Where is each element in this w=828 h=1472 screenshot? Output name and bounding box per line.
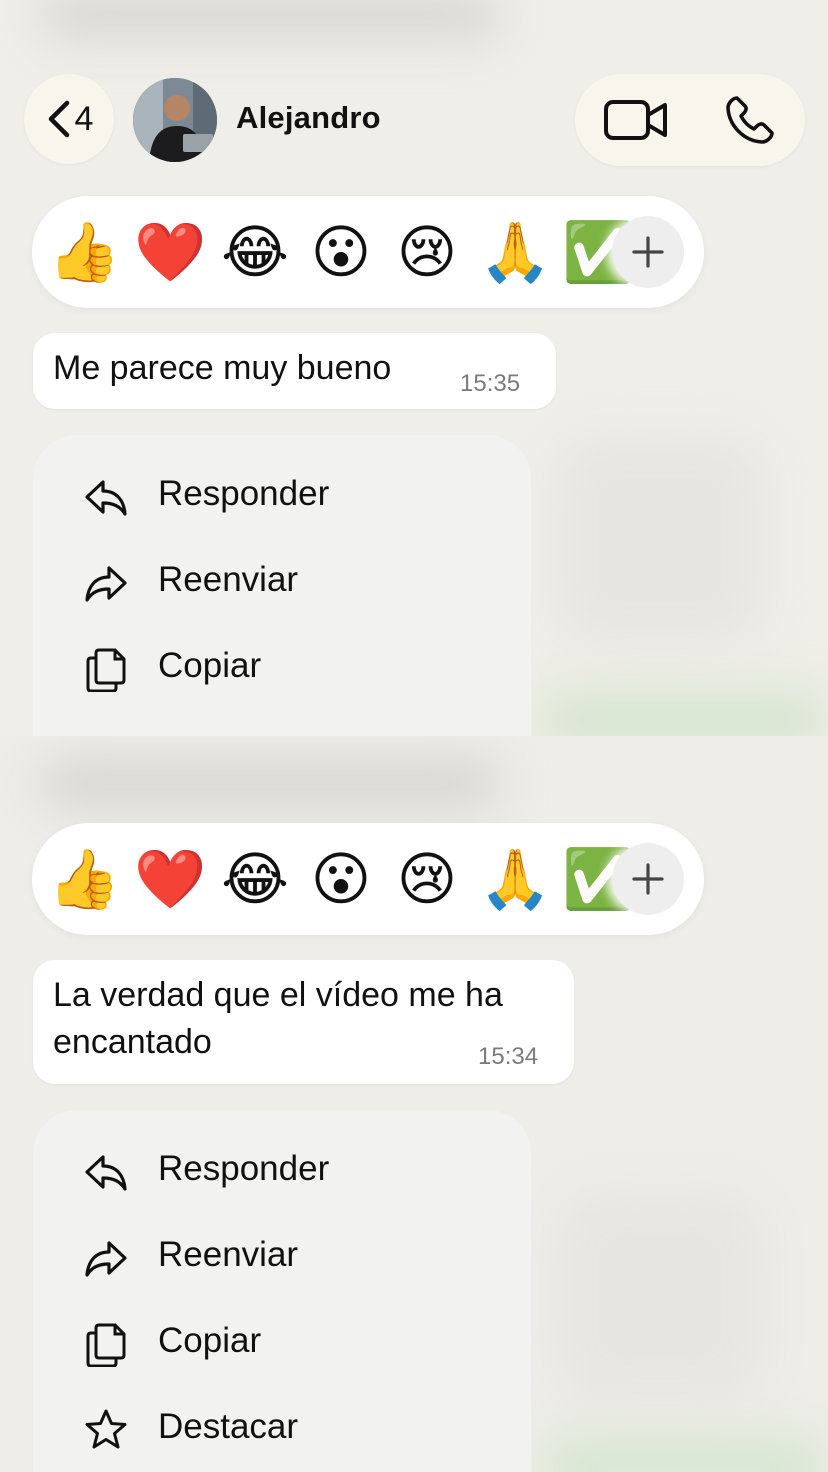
message-bubble[interactable]: Me parece muy bueno 15:35 <box>33 333 556 409</box>
phone-icon <box>726 96 774 144</box>
reaction-heart[interactable]: ❤️ <box>134 218 206 286</box>
blurred-backdrop <box>560 440 760 640</box>
menu-label-forward: Reenviar <box>158 1235 299 1274</box>
reaction-bar: 👍 ❤️ 😂 😮 😢 🙏 ✅ <box>32 823 704 935</box>
blurred-backdrop <box>40 756 500 811</box>
plus-icon <box>632 236 664 268</box>
menu-label-reply: Responder <box>158 1149 330 1188</box>
reaction-laughing[interactable]: 😂 <box>221 218 289 286</box>
reaction-laughing[interactable]: 😂 <box>221 845 289 913</box>
menu-label-reply: Responder <box>158 474 330 513</box>
menu-item-forward[interactable]: Reenviar <box>33 540 531 626</box>
screenshot-top: 4 Alejandro 👍 ❤️ 😂 😮 😢 🙏 ✅ Me parece muy… <box>0 0 828 736</box>
reply-arrow-icon <box>85 480 127 516</box>
chat-header: 4 Alejandro <box>0 58 828 184</box>
avatar-image <box>133 78 217 162</box>
contact-name[interactable]: Alejandro <box>236 100 381 136</box>
forward-arrow-icon <box>85 1241 127 1277</box>
blurred-backdrop <box>540 1436 828 1472</box>
unread-count: 4 <box>74 99 94 138</box>
message-time: 15:34 <box>478 1043 539 1070</box>
reaction-surprised[interactable]: 😮 <box>307 845 375 913</box>
reaction-pray[interactable]: 🙏 <box>479 218 551 286</box>
voice-call-button[interactable] <box>715 94 785 146</box>
context-menu: Responder Reenviar Copiar <box>33 435 531 736</box>
copy-icon <box>86 1323 126 1367</box>
video-call-button[interactable] <box>601 94 671 146</box>
message-text-line-2: encantado <box>53 1023 212 1061</box>
context-menu: Responder Reenviar Copiar Destacar <box>33 1110 531 1472</box>
reaction-thumbs-up[interactable]: 👍 <box>48 845 120 913</box>
reaction-thumbs-up[interactable]: 👍 <box>48 218 120 286</box>
menu-item-copy[interactable]: Copiar <box>33 1301 531 1387</box>
plus-icon <box>632 863 664 895</box>
menu-label-star: Destacar <box>158 1407 299 1446</box>
blurred-backdrop <box>540 690 828 736</box>
reaction-heart[interactable]: ❤️ <box>134 845 206 913</box>
message-text-line-1: La verdad que el vídeo me ha <box>53 976 503 1014</box>
reaction-sad[interactable]: 😢 <box>393 845 461 913</box>
reply-arrow-icon <box>85 1155 127 1191</box>
menu-label-copy: Copiar <box>158 1321 262 1360</box>
menu-item-star[interactable]: Destacar <box>33 1387 531 1472</box>
message-bubble[interactable]: La verdad que el vídeo me ha encantado 1… <box>33 960 574 1084</box>
reaction-sad[interactable]: 😢 <box>393 218 461 286</box>
menu-item-forward[interactable]: Reenviar <box>33 1215 531 1301</box>
chevron-left-icon <box>48 100 69 138</box>
menu-label-forward: Reenviar <box>158 560 299 599</box>
star-icon <box>85 1409 127 1449</box>
reaction-pray[interactable]: 🙏 <box>479 845 551 913</box>
call-actions <box>575 74 805 166</box>
menu-item-copy[interactable]: Copiar <box>33 626 531 712</box>
add-reaction-button[interactable] <box>612 216 684 288</box>
menu-label-copy: Copiar <box>158 646 262 685</box>
avatar[interactable] <box>133 78 217 162</box>
message-text: Me parece muy bueno <box>53 349 392 387</box>
forward-arrow-icon <box>85 566 127 602</box>
menu-item-reply[interactable]: Responder <box>33 1129 531 1215</box>
blurred-backdrop <box>40 0 500 40</box>
back-button[interactable]: 4 <box>24 74 114 164</box>
video-camera-icon <box>604 100 667 140</box>
screenshot-bottom: 👍 ❤️ 😂 😮 😢 🙏 ✅ La verdad que el vídeo me… <box>0 736 828 1472</box>
add-reaction-button[interactable] <box>612 843 684 915</box>
menu-item-reply[interactable]: Responder <box>33 454 531 540</box>
reaction-bar: 👍 ❤️ 😂 😮 😢 🙏 ✅ <box>32 196 704 308</box>
reaction-surprised[interactable]: 😮 <box>307 218 375 286</box>
blurred-backdrop <box>560 1196 760 1396</box>
copy-icon <box>86 648 126 692</box>
message-time: 15:35 <box>460 370 521 397</box>
